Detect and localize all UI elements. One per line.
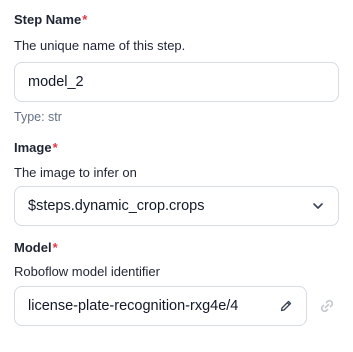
step-name-value: model_2 xyxy=(28,74,84,90)
model-label: Model* xyxy=(14,240,58,255)
step-name-label-text: Step Name xyxy=(14,12,82,27)
image-label-text: Image xyxy=(14,140,52,155)
required-asterisk: * xyxy=(52,240,58,255)
required-asterisk: * xyxy=(52,140,58,155)
model-label-text: Model xyxy=(14,240,52,255)
pencil-icon[interactable] xyxy=(275,295,297,317)
image-label: Image* xyxy=(14,140,58,155)
link-icon[interactable] xyxy=(314,293,340,319)
chevron-down-icon[interactable] xyxy=(307,195,329,217)
step-name-type-hint: Type: str xyxy=(14,110,62,124)
model-input[interactable]: license-plate-recognition-rxg4e/4 xyxy=(14,286,307,326)
step-name-input[interactable]: model_2 xyxy=(14,62,339,102)
image-selected-value: $steps.dynamic_crop.crops xyxy=(28,198,205,214)
step-name-label: Step Name* xyxy=(14,12,87,27)
step-name-description: The unique name of this step. xyxy=(14,38,186,53)
required-asterisk: * xyxy=(82,12,88,27)
image-select[interactable]: $steps.dynamic_crop.crops xyxy=(14,186,339,226)
model-description: Roboflow model identifier xyxy=(14,264,160,279)
image-description: The image to infer on xyxy=(14,165,137,180)
model-value: license-plate-recognition-rxg4e/4 xyxy=(28,298,239,314)
